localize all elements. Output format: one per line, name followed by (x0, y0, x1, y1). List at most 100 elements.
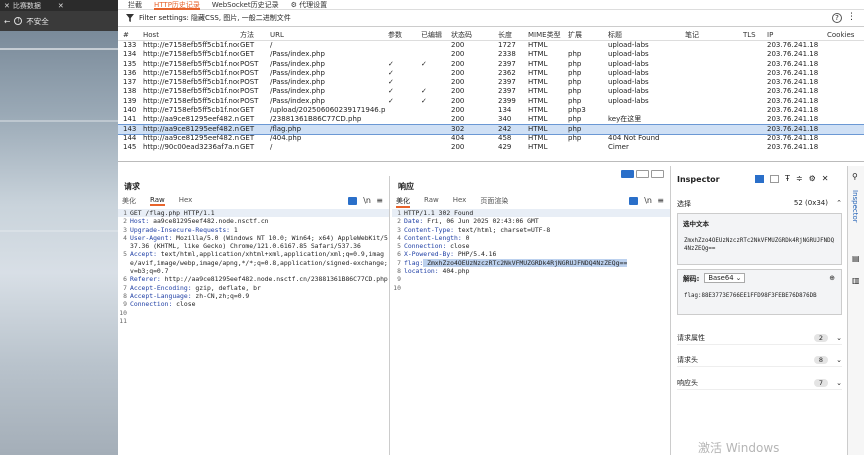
table-row[interactable]: 141 http://aa9ce81295eef482.no...GET/2388… (118, 115, 864, 124)
table-cell: 302 (451, 124, 465, 133)
menu-icon[interactable]: ≡ (657, 196, 664, 205)
table-row[interactable]: 135 http://e7158efb5ff5cb1f.nod... POST/Pa… (118, 60, 864, 69)
line-number: 1 (397, 209, 401, 217)
decoded-value[interactable]: flag:88E3773E766EE1FFD98F3FEBE76D876DB (678, 286, 841, 306)
insecure-label: 不安全 (26, 16, 49, 26)
filter-icon[interactable]: ⚲ (852, 172, 858, 181)
column-header[interactable]: 方法 (240, 29, 270, 41)
tab-pretty[interactable]: 美化 (122, 196, 136, 206)
column-header[interactable]: URL (270, 29, 386, 41)
column-header[interactable]: 已编辑 (421, 29, 451, 41)
table-row[interactable]: 144 http://aa9ce81295eef482.no...GET/404.… (118, 134, 864, 143)
code-line: 7 flag: ZmxhZzo4OEUzNzczRTc2NkVFMUZGRDk4R… (392, 258, 670, 267)
request-editor[interactable]: 1 GET /flag.php HTTP/1.1 2 Host: aa9ce81295… (118, 209, 389, 455)
column-header[interactable]: 笔记 (685, 29, 741, 41)
column-header[interactable]: TLS (743, 29, 765, 41)
table-row[interactable]: 138 http://e7158efb5ff5cb1f.nod... POST/Pa… (118, 87, 864, 96)
table-row[interactable]: 143 http://aa9ce81295eef482.no...GET/flag… (118, 123, 864, 136)
wrap-lines-icon[interactable] (629, 197, 638, 205)
menu-icon[interactable]: ≡ (376, 196, 383, 205)
line-text (404, 284, 670, 292)
table-row[interactable]: 137 http://e7158efb5ff5cb1f.nod... POST/Pa… (118, 78, 864, 87)
address-bar[interactable]: ← ! 不安全 (0, 11, 118, 31)
chevron-up-icon[interactable]: ⌃ (836, 199, 842, 207)
document-icon[interactable]: ▥ (852, 276, 860, 285)
layout-icon[interactable] (755, 174, 764, 183)
filter-bar[interactable]: Filter settings: 隐藏CSS, 图片, 一般二进制文件 ? ⋮ (118, 10, 864, 27)
request-pane: 请求 美化 Raw Hex \n ≡ 1 GET /flag.php HTTP/1… (118, 176, 390, 455)
line-text: Connection: close (404, 242, 670, 250)
table-row[interactable]: 145 http://90c00ead3236af7a.no...GET / 200 4… (118, 143, 864, 152)
table-cell: php (568, 59, 582, 68)
table-cell: ✓ (388, 78, 394, 87)
tab-raw[interactable]: Raw (424, 196, 439, 208)
close-icon[interactable]: ✕ (58, 2, 64, 10)
table-cell: php (568, 50, 582, 59)
table-row[interactable]: 136 http://e7158efb5ff5cb1f.nod... POST/Pa… (118, 69, 864, 78)
inspector-rail-tab[interactable]: Inspector (851, 190, 859, 223)
back-icon[interactable]: ← (4, 17, 10, 26)
tab-hex[interactable]: Hex (179, 196, 193, 206)
selection-row: 选择 52 (0x34) ⌃ (677, 199, 842, 209)
tab-render[interactable]: 页面渲染 (480, 196, 508, 208)
table-row[interactable]: 134 http://e7158efb5ff5cb1f.nod... GET/Pas… (118, 50, 864, 59)
column-header[interactable]: # (123, 29, 141, 41)
add-icon[interactable]: ⊕ (829, 274, 835, 282)
column-header[interactable]: 标题 (608, 29, 683, 41)
table-row[interactable]: 139 http://e7158efb5ff5cb1f.nod... POST/Pa… (118, 97, 864, 106)
tab-pretty[interactable]: 美化 (396, 196, 410, 208)
split-view-icon[interactable] (621, 170, 634, 178)
column-header[interactable]: MIME类型 (528, 29, 564, 41)
selection-count: 52 (0x34) (793, 199, 828, 207)
table-cell: 203.76.241.18 (767, 68, 819, 77)
tab-raw[interactable]: Raw (150, 196, 165, 206)
section-response-headers[interactable]: 响应头 7 ⌄ (677, 376, 842, 390)
notes-icon[interactable]: ▤ (852, 254, 860, 263)
close-icon[interactable]: ✕ (4, 2, 10, 10)
code-line: 1 GET /flag.php HTTP/1.1 (118, 209, 389, 218)
table-cell: 203.76.241.18 (767, 133, 819, 142)
tab-http-history[interactable]: HTTP历史记录 (154, 0, 200, 10)
column-header[interactable]: 长度 (498, 29, 528, 41)
column-header[interactable]: 扩展 (568, 29, 604, 41)
tab-proxy-settings[interactable]: ⚙ 代理设置 (291, 0, 328, 10)
tab-hex[interactable]: Hex (453, 196, 467, 208)
browser-tab[interactable]: ✕ 比赛数据 ✕ (0, 0, 118, 11)
response-editor[interactable]: 1 HTTP/1.1 302 Found 2 Date: Fri, 06 Jun 20… (392, 209, 670, 455)
decode-type-select[interactable]: Base64 ⌄ (704, 273, 746, 283)
layout-toggle[interactable] (621, 170, 664, 178)
table-cell: php (568, 68, 582, 77)
section-request-headers[interactable]: 请求头 8 ⌄ (677, 353, 842, 367)
column-header[interactable]: IP (767, 29, 825, 41)
section-request-attributes[interactable]: 请求属性 2 ⌄ (677, 331, 842, 345)
newline-icon[interactable]: \n (644, 196, 652, 205)
single-view-icon[interactable] (651, 170, 664, 178)
table-row[interactable]: 140 http://e7158efb5ff5cb1f.nod... GET/upl… (118, 106, 864, 115)
table-cell: GET (240, 50, 255, 59)
table-cell: http://e7158efb5ff5cb1f.nod... (143, 68, 239, 77)
newline-icon[interactable]: \n (363, 196, 371, 205)
close-icon[interactable]: ✕ (822, 174, 829, 183)
more-options-icon[interactable]: ⋮ (847, 12, 856, 22)
align-icon[interactable]: Ŧ (785, 174, 790, 183)
selected-text-value[interactable]: ZmxhZzo4OEUzNzczRTc2NkVFMUZGRDk4RjNGRUJF… (678, 232, 841, 258)
table-cell: 139 (123, 96, 137, 105)
gear-icon[interactable]: ⚙ (809, 174, 816, 183)
tab-websocket-history[interactable]: WebSocket历史记录 (212, 0, 279, 10)
layout-icon[interactable] (770, 174, 779, 183)
help-icon[interactable]: ? (832, 13, 842, 23)
table-row[interactable]: 133 http://e7158efb5ff5cb1f.nod... GET / 200… (118, 41, 864, 50)
table-cell: http://e7158efb5ff5cb1f.nod... (143, 59, 239, 68)
table-cell: HTML (528, 41, 548, 49)
column-header[interactable]: 参数 (388, 29, 418, 41)
column-header[interactable]: Host (143, 29, 239, 41)
table-cell: HTML (528, 78, 548, 87)
collapse-icon[interactable]: ≑ (796, 174, 803, 183)
column-header[interactable]: 状态码 (451, 29, 497, 41)
tab-intercept[interactable]: 拦截 (128, 0, 142, 10)
wrap-lines-icon[interactable] (348, 197, 357, 205)
table-cell: 2362 (498, 68, 516, 77)
vertical-view-icon[interactable] (636, 170, 649, 178)
line-number: 7 (397, 258, 401, 267)
column-header[interactable]: Cookies (827, 29, 864, 41)
